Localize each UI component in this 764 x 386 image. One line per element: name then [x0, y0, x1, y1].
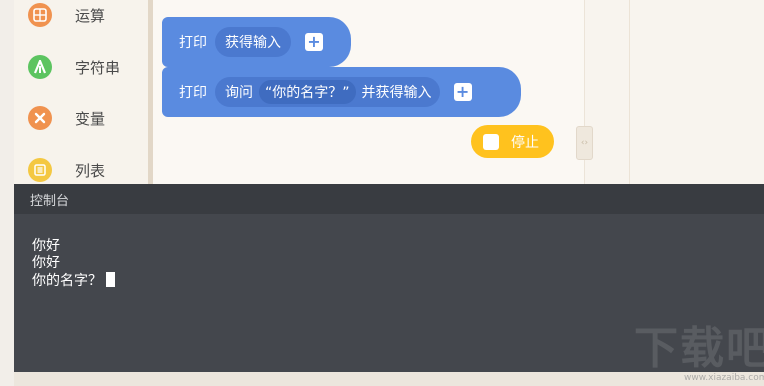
panel-divider: [629, 0, 630, 184]
print-keyword: 打印: [179, 35, 207, 51]
category-label: 变量: [75, 109, 106, 128]
console-title: 控制台: [30, 193, 70, 209]
console-header: 控制台: [14, 184, 764, 214]
question-string-slot[interactable]: “你的名字？”: [259, 80, 356, 104]
console-line: 你好: [32, 238, 60, 254]
console-output[interactable]: 你好 你好 你的名字？: [14, 214, 764, 290]
left-edge-strip: [0, 0, 15, 386]
category-variable[interactable]: 变量: [28, 100, 148, 136]
print-keyword: 打印: [179, 85, 207, 101]
print-block-1[interactable]: 打印 获得输入 +: [162, 17, 351, 67]
watermark-url: www.xiazaiba.com: [684, 373, 764, 383]
add-argument-button[interactable]: +: [305, 33, 323, 51]
calculator-icon: [28, 3, 52, 27]
text-cursor: [106, 272, 115, 287]
category-string[interactable]: 字符串: [28, 49, 148, 85]
stage-panel: [584, 0, 764, 184]
stop-icon: [483, 133, 499, 150]
get-input-slot[interactable]: 获得输入: [215, 27, 291, 57]
list-icon: [28, 158, 52, 182]
category-label: 字符串: [75, 58, 121, 77]
category-list[interactable]: 列表: [28, 152, 148, 188]
watermark-logo: 下载吧 www.xiazaiba.com: [634, 327, 764, 384]
console-input-line[interactable]: 你的名字？: [32, 272, 764, 290]
category-label: 运算: [75, 6, 106, 25]
category-label: 列表: [75, 161, 106, 180]
panel-resize-handle[interactable]: ‹›: [576, 126, 593, 160]
x-variable-icon: [28, 106, 52, 130]
category-sidebar: 运算 字符串 变量 列表: [14, 0, 149, 184]
watermark-text: 下载吧: [634, 323, 764, 374]
console-prompt: 你的名字？: [32, 273, 102, 289]
print-block-2[interactable]: 打印 询问 “你的名字？” 并获得输入 +: [162, 67, 521, 117]
letter-a-icon: [28, 55, 52, 79]
add-argument-button[interactable]: +: [453, 83, 472, 101]
stop-button[interactable]: 停止: [471, 125, 554, 158]
console-line: 你好: [32, 255, 60, 271]
ask-keyword: 询问: [225, 85, 253, 101]
ask-input-slot[interactable]: 询问 “你的名字？” 并获得输入: [215, 77, 440, 107]
stop-label: 停止: [511, 134, 539, 151]
category-operations[interactable]: 运算: [28, 0, 148, 33]
get-input-suffix: 并获得输入: [361, 85, 432, 101]
